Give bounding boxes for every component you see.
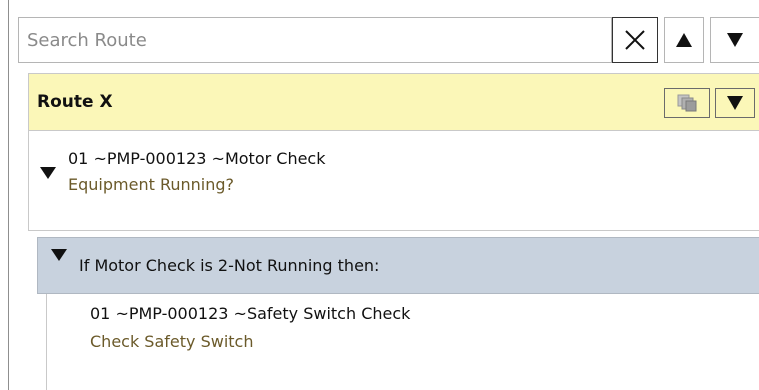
next-match-button[interactable]: [710, 17, 759, 63]
route-header[interactable]: Route X: [28, 73, 759, 131]
search-input[interactable]: [27, 18, 607, 62]
item-title: 01 ~PMP-000123 ~Safety Switch Check: [90, 304, 411, 323]
condition-header[interactable]: If Motor Check is 2-Not Running then:: [37, 237, 759, 294]
search-box[interactable]: [18, 17, 612, 63]
copy-route-button[interactable]: [664, 88, 710, 118]
triangle-down-icon: [727, 33, 743, 47]
previous-match-button[interactable]: [664, 17, 704, 63]
condition-item[interactable]: 01 ~PMP-000123 ~Safety Switch Check Chec…: [46, 294, 759, 390]
panel-left-border: [8, 0, 9, 390]
triangle-up-icon: [676, 33, 692, 47]
item-title: 01 ~PMP-000123 ~Motor Check: [68, 149, 326, 168]
expand-caret-icon[interactable]: [51, 249, 67, 261]
copy-icon: [677, 94, 697, 112]
expand-caret-icon[interactable]: [40, 167, 56, 179]
triangle-down-icon: [727, 96, 743, 110]
condition-text: If Motor Check is 2-Not Running then:: [79, 256, 380, 275]
item-subtitle: Check Safety Switch: [90, 332, 254, 351]
route-menu-button[interactable]: [715, 88, 755, 118]
close-icon: [625, 30, 645, 50]
clear-search-button[interactable]: [612, 17, 658, 63]
route-panel: Route X 01 ~PMP-000123 ~Motor Check Equi…: [0, 0, 759, 390]
route-title: Route X: [37, 92, 113, 112]
route-item[interactable]: 01 ~PMP-000123 ~Motor Check Equipment Ru…: [28, 131, 759, 231]
item-subtitle: Equipment Running?: [68, 175, 234, 194]
